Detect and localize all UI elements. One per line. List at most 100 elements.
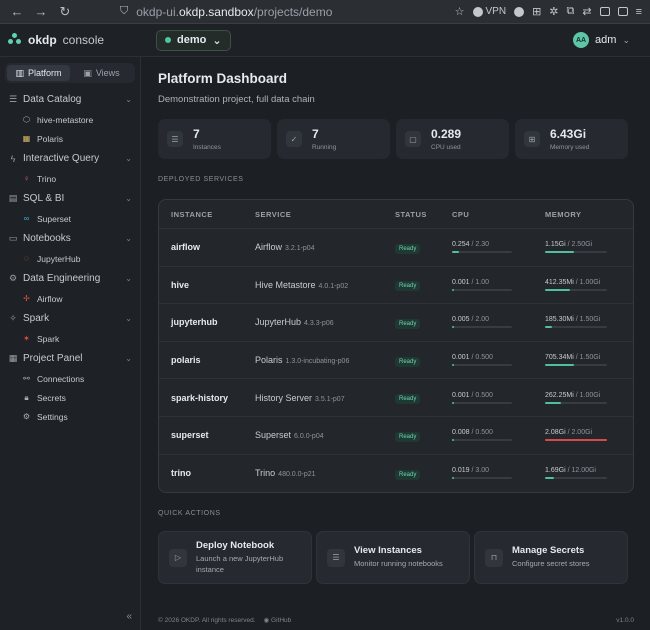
sidebar-section-data-engineering[interactable]: ⚙ Data Engineering ⌄	[0, 268, 140, 289]
puzzle-icon[interactable]: ⧉	[567, 5, 575, 18]
instance-name[interactable]: superset	[159, 430, 255, 440]
cpu-value: 0.001	[452, 391, 470, 399]
item-label: Settings	[37, 411, 68, 422]
page-title: Platform Dashboard	[158, 71, 288, 86]
memory-value: 185.30Mi	[545, 316, 574, 324]
logo[interactable]: okdp console	[8, 33, 156, 47]
table-row[interactable]: airflow Airflow 3.2.1-p04 Ready 0.254 / 2.30…	[159, 229, 633, 267]
column-header[interactable]: MEMORY	[545, 210, 633, 219]
window-icon[interactable]	[599, 7, 610, 16]
github-icon: ◉	[263, 617, 270, 624]
service-name: Superset	[255, 430, 292, 441]
service-cell: Polaris 1.3.0-incubating-p06	[255, 355, 395, 365]
gear-icon: ⚙	[8, 273, 18, 283]
extension-icon[interactable]	[514, 6, 525, 17]
cpu-limit: / 1.00	[471, 278, 489, 286]
sidebar-item-hive-metastore[interactable]: ⬡ hive-metastore	[0, 110, 140, 129]
sidebar-item-secrets[interactable]: 🔒︎ Secrets	[0, 388, 140, 407]
cpu-cell: 0.001 / 1.00	[452, 279, 545, 291]
sidebar-section-notebooks[interactable]: ▭ Notebooks ⌄	[0, 228, 140, 249]
reload-icon[interactable]: ↻	[56, 3, 74, 21]
cpu-usage-bar	[452, 288, 512, 291]
browser-toolbar: ← → ↻ ⛉ okdp-ui. okdp.sandbox/projects/de…	[0, 0, 650, 24]
quick-action-manage-secrets[interactable]: ⊓ Manage Secrets Configure secret stores	[474, 531, 628, 585]
sidebar-item-superset[interactable]: ∞ Superset	[0, 209, 140, 228]
memory-usage-fill	[545, 364, 574, 367]
back-icon[interactable]: ←	[8, 3, 26, 21]
cpu-usage-fill	[452, 401, 455, 404]
sidebar-section-spark[interactable]: ✧ Spark ⌄	[0, 308, 140, 329]
menu-icon[interactable]: ≡	[636, 6, 642, 18]
instance-name[interactable]: trino	[159, 468, 255, 478]
instance-name[interactable]: airflow	[159, 242, 255, 252]
column-header[interactable]: CPU	[452, 210, 545, 219]
grid-extension-icon[interactable]: ⊞	[532, 5, 541, 18]
memory-limit: / 2.50Gi	[567, 241, 593, 249]
sidebar-item-settings[interactable]: ⚙ Settings	[0, 407, 140, 426]
table-row[interactable]: spark-history History Server 3.5.1-p07 Read…	[159, 379, 633, 417]
collapse-sidebar-button[interactable]: «	[126, 611, 132, 622]
status-cell: Ready	[395, 391, 452, 405]
table-row[interactable]: trino Trino 480.0.0-p21 Ready 0.019 / 3.00 1.…	[159, 455, 633, 493]
chevron-down-icon: ⌄	[125, 274, 132, 283]
github-link[interactable]: ◉ GitHub	[264, 616, 292, 624]
quick-action-view-instances[interactable]: ☰ View Instances Monitor running notebook…	[316, 531, 470, 585]
forward-icon[interactable]: →	[32, 3, 50, 21]
server-icon: ☰	[167, 131, 183, 147]
cpu-cell: 0.001 / 0.500	[452, 392, 545, 404]
stat-card-instances: ☰ 7 Instances	[158, 119, 271, 159]
sync-icon[interactable]: ⇄	[582, 5, 591, 18]
quick-action-desc: Launch a new JupyterHub instance	[196, 554, 284, 574]
status-cell: Ready	[395, 278, 452, 292]
vpn-button[interactable]: VPN	[472, 6, 506, 17]
stat-card-cpu: ▢ 0.289 CPU used	[396, 119, 509, 159]
memory-usage-bar	[545, 477, 607, 480]
memory-cell: 185.30Mi / 1.50Gi	[545, 316, 633, 329]
service-name: History Server	[255, 392, 313, 403]
tab-platform[interactable]: ▥ Platform	[7, 65, 70, 81]
sidebar-item-airflow[interactable]: ✢ Airflow	[0, 289, 140, 308]
settings-gear-icon[interactable]: ✲	[549, 5, 558, 18]
instance-name[interactable]: hive	[159, 280, 255, 290]
sidebar-section-interactive-query[interactable]: ϟ Interactive Query ⌄	[0, 148, 140, 169]
environment-select[interactable]: demo ⌄	[156, 29, 231, 51]
table-row[interactable]: hive Hive Metastore 4.0.1-p02 Ready 0.001 / …	[159, 267, 633, 305]
status-badge: Ready	[395, 281, 421, 292]
service-cell: Superset 6.0.0-p04	[255, 430, 395, 440]
app-topbar: okdp console demo ⌄ AA adm ⌄	[0, 24, 650, 57]
service-version: 3.5.1-p07	[315, 395, 345, 403]
app-version: v1.0.0	[616, 616, 634, 624]
quick-action-deploy-notebook[interactable]: ▷ Deploy Notebook Launch a new JupyterHub…	[158, 531, 312, 585]
sidebar-toggle-icon[interactable]	[617, 7, 628, 16]
sidebar-section-data-catalog[interactable]: ☰ Data Catalog ⌄	[0, 89, 140, 110]
sidebar-item-jupyterhub[interactable]: ◌ JupyterHub	[0, 249, 140, 268]
status-badge: Ready	[395, 469, 421, 480]
cpu-usage-fill	[452, 439, 455, 442]
service-cell: Airflow 3.2.1-p04	[255, 242, 395, 252]
services-table: INSTANCE SERVICE STATUS CPU MEMORY airfl…	[158, 199, 634, 494]
column-header[interactable]: INSTANCE	[159, 210, 255, 219]
user-menu[interactable]: AA adm ⌄	[573, 32, 630, 48]
table-row[interactable]: superset Superset 6.0.0-p04 Ready 0.008 / 0.…	[159, 417, 633, 455]
sidebar-item-connections[interactable]: ⚯ Connections	[0, 369, 140, 388]
status-cell: Ready	[395, 241, 452, 254]
sidebar-section-project-panel[interactable]: ▦ Project Panel ⌄	[0, 348, 140, 369]
sidebar-item-spark[interactable]: ✶ Spark	[0, 329, 140, 348]
table-row[interactable]: polaris Polaris 1.3.0-incubating-p06 Ready 0…	[159, 342, 633, 380]
bookmark-star-icon[interactable]: ☆	[455, 5, 465, 18]
memory-cell: 705.34Mi / 1.50Gi	[545, 354, 633, 367]
service-cell: History Server 3.5.1-p07	[255, 393, 395, 403]
sidebar-item-polaris[interactable]: ▦ Polaris	[0, 129, 140, 148]
sidebar-item-trino[interactable]: ♀ Trino	[0, 169, 140, 188]
column-header[interactable]: SERVICE	[255, 210, 395, 219]
instance-name[interactable]: jupyterhub	[159, 317, 255, 327]
instance-name[interactable]: spark-history	[159, 393, 255, 403]
tab-views[interactable]: ▣ Views	[70, 65, 133, 81]
column-header[interactable]: STATUS	[395, 210, 452, 219]
trino-icon: ♀	[23, 174, 30, 183]
stat-label: Memory used	[550, 144, 590, 151]
table-row[interactable]: jupyterhub JupyterHub 4.3.3-p06 Ready 0.005 …	[159, 304, 633, 342]
address-bar[interactable]: ⛉ okdp-ui. okdp.sandbox/projects/demo	[120, 3, 455, 21]
instance-name[interactable]: polaris	[159, 355, 255, 365]
sidebar-section-sql-bi[interactable]: ▤ SQL & BI ⌄	[0, 188, 140, 209]
